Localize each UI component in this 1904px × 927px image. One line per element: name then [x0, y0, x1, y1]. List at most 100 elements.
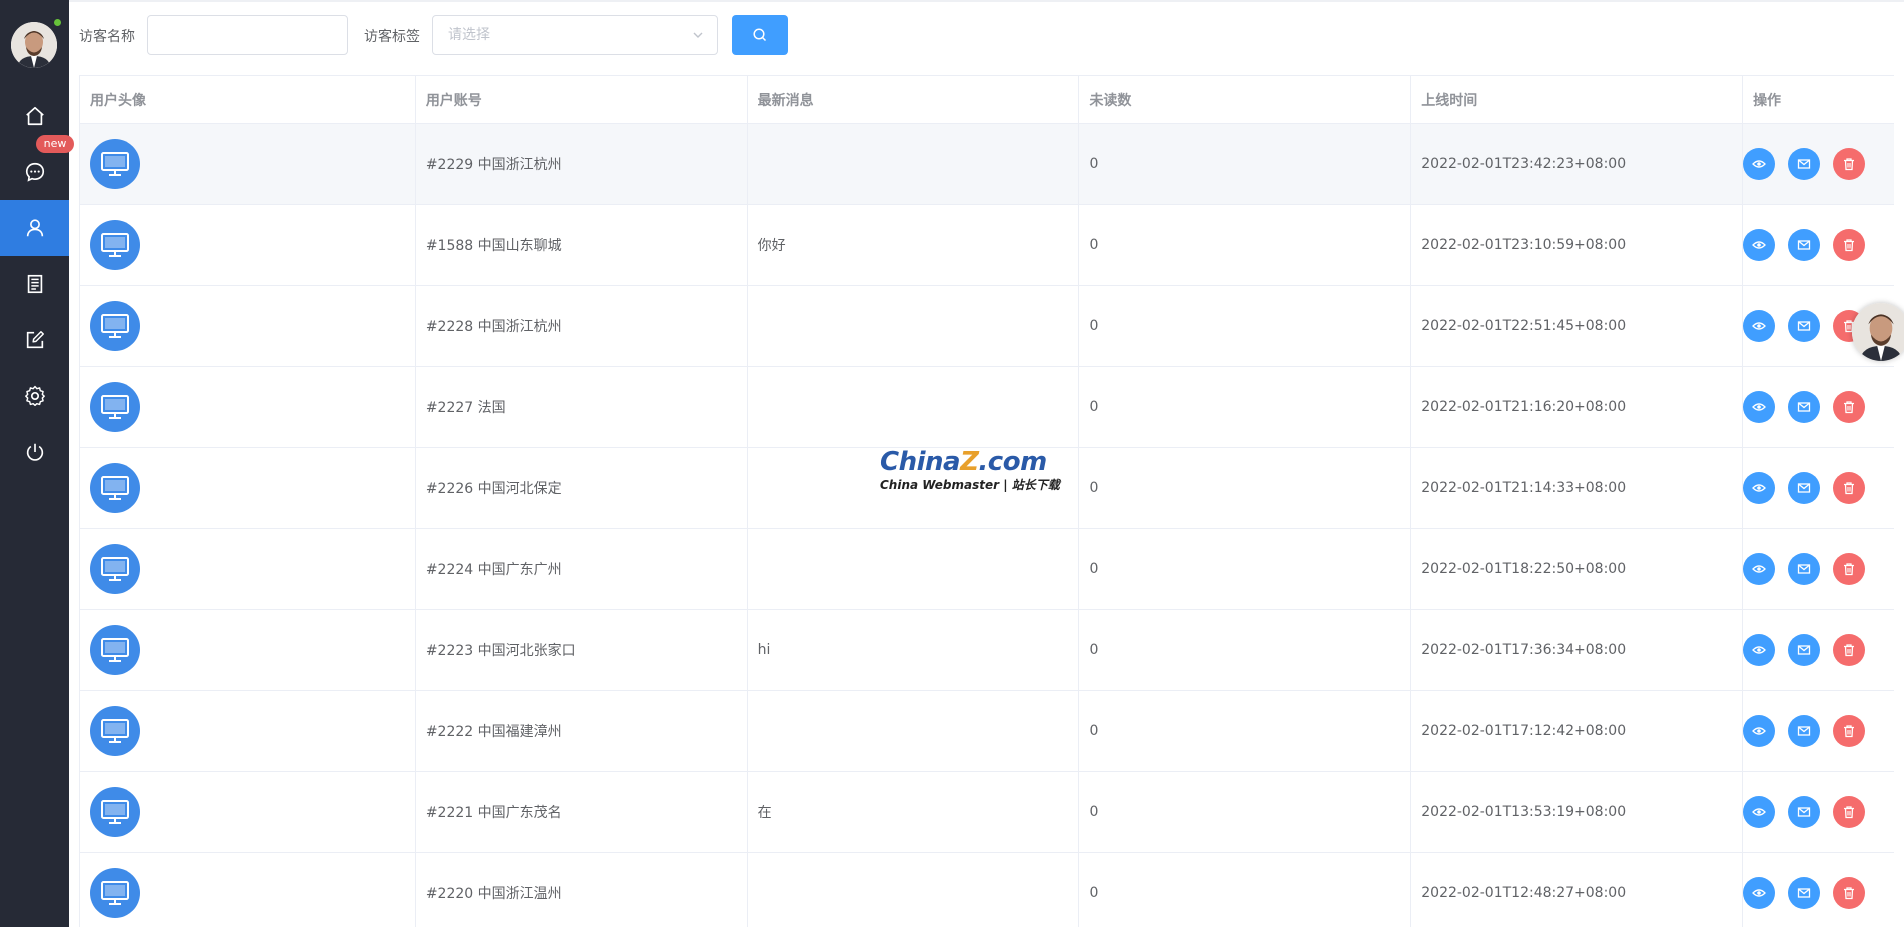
view-button[interactable] [1743, 553, 1776, 585]
mail-icon [1797, 645, 1811, 655]
view-button[interactable] [1743, 877, 1776, 909]
unread-count-cell: 0 [1079, 124, 1412, 204]
account-cell: #2223 中国河北张家口 [416, 610, 748, 690]
visitor-tag-select[interactable]: 请选择 [432, 15, 718, 55]
edit-icon [26, 331, 44, 349]
delete-button[interactable] [1833, 877, 1866, 909]
view-button[interactable] [1743, 634, 1776, 666]
table-row[interactable]: #2221 中国广东茂名 在 0 2022-02-01T13:53:19+08:… [80, 772, 1894, 853]
avatar-cell [80, 286, 416, 366]
delete-button[interactable] [1833, 391, 1866, 423]
unread-count-cell: 0 [1079, 853, 1412, 927]
chat-icon [25, 162, 44, 182]
online-time-cell: 2022-02-01T21:16:20+08:00 [1411, 367, 1744, 447]
online-time-cell: 2022-02-01T18:22:50+08:00 [1411, 529, 1744, 609]
view-button[interactable] [1743, 310, 1776, 342]
unread-count-cell: 0 [1079, 448, 1412, 528]
table-row[interactable]: #2222 中国福建漳州 0 2022-02-01T17:12:42+08:00 [80, 691, 1894, 772]
mail-icon [1797, 888, 1811, 898]
mail-icon [1797, 564, 1811, 574]
message-button[interactable] [1788, 877, 1821, 909]
actions-cell [1743, 853, 1894, 927]
delete-button[interactable] [1833, 634, 1866, 666]
user-avatar[interactable] [11, 22, 57, 68]
visitor-avatar [90, 382, 140, 432]
computer-icon [101, 395, 129, 419]
delete-button[interactable] [1833, 715, 1866, 747]
view-button[interactable] [1743, 148, 1776, 180]
table-row[interactable]: #2229 中国浙江杭州 0 2022-02-01T23:42:23+08:00 [80, 124, 1894, 205]
trash-icon [1844, 158, 1855, 171]
visitor-avatar [90, 220, 140, 270]
document-icon [27, 274, 42, 294]
table-row[interactable]: #2228 中国浙江杭州 0 2022-02-01T22:51:45+08:00 [80, 286, 1894, 367]
sidebar-item-settings[interactable] [0, 368, 69, 424]
message-button[interactable] [1788, 715, 1821, 747]
table-header: 用户头像 用户账号 最新消息 未读数 上线时间 操作 [80, 76, 1894, 124]
sidebar-item-logout[interactable] [0, 424, 69, 480]
delete-button[interactable] [1833, 148, 1866, 180]
view-button[interactable] [1743, 796, 1776, 828]
sidebar-item-edit[interactable] [0, 312, 69, 368]
computer-icon [101, 719, 129, 743]
sidebar-item-documents[interactable] [0, 256, 69, 312]
eye-icon [1752, 727, 1766, 735]
actions-cell [1743, 124, 1894, 204]
message-button[interactable] [1788, 634, 1821, 666]
view-button[interactable] [1743, 229, 1776, 261]
home-icon [25, 106, 44, 126]
view-button[interactable] [1743, 391, 1776, 423]
message-button[interactable] [1788, 310, 1821, 342]
online-time-cell: 2022-02-01T17:36:34+08:00 [1411, 610, 1744, 690]
sidebar-item-visitors[interactable] [0, 200, 69, 256]
mail-icon [1797, 159, 1811, 169]
table-row[interactable]: #2220 中国浙江温州 0 2022-02-01T12:48:27+08:00 [80, 853, 1894, 927]
power-icon [26, 443, 43, 461]
message-button[interactable] [1788, 229, 1821, 261]
computer-icon [101, 881, 129, 905]
table-row[interactable]: #2223 中国河北张家口 hi 0 2022-02-01T17:36:34+0… [80, 610, 1894, 691]
message-button[interactable] [1788, 553, 1821, 585]
actions-cell [1743, 367, 1894, 447]
header-avatar: 用户头像 [80, 76, 416, 123]
online-time-cell: 2022-02-01T23:10:59+08:00 [1411, 205, 1744, 285]
visitor-name-input[interactable] [147, 15, 348, 55]
delete-button[interactable] [1833, 472, 1866, 504]
table-row[interactable]: #1588 中国山东聊城 你好 0 2022-02-01T23:10:59+08… [80, 205, 1894, 286]
online-time-cell: 2022-02-01T12:48:27+08:00 [1411, 853, 1744, 927]
message-button[interactable] [1788, 796, 1821, 828]
chinaz-watermark: ChinaZ.com China Webmaster | 站长下载 [880, 447, 1060, 492]
view-button[interactable] [1743, 715, 1776, 747]
latest-message-cell [748, 286, 1080, 366]
mail-icon [1797, 726, 1811, 736]
computer-icon [101, 152, 129, 176]
eye-icon [1752, 241, 1766, 249]
message-button[interactable] [1788, 148, 1821, 180]
table-row[interactable]: #2224 中国广东广州 0 2022-02-01T18:22:50+08:00 [80, 529, 1894, 610]
visitor-avatar [90, 787, 140, 837]
delete-button[interactable] [1833, 796, 1866, 828]
chevron-down-icon [693, 32, 703, 38]
view-button[interactable] [1743, 472, 1776, 504]
visitor-avatar [90, 463, 140, 513]
search-button[interactable] [732, 15, 788, 55]
trash-icon [1844, 563, 1855, 576]
avatar-cell [80, 853, 416, 927]
table-row[interactable]: #2227 法国 0 2022-02-01T21:16:20+08:00 [80, 367, 1894, 448]
eye-icon [1752, 808, 1766, 816]
latest-message-cell [748, 853, 1080, 927]
header-actions: 操作 [1753, 92, 1782, 109]
online-time-cell: 2022-02-01T22:51:45+08:00 [1411, 286, 1744, 366]
message-button[interactable] [1788, 472, 1821, 504]
message-button[interactable] [1788, 391, 1821, 423]
delete-button[interactable] [1833, 553, 1866, 585]
floating-chat-avatar[interactable] [1852, 303, 1904, 361]
online-time-cell: 2022-02-01T17:12:42+08:00 [1411, 691, 1744, 771]
trash-icon [1844, 482, 1855, 495]
account-cell: #2224 中国广东广州 [416, 529, 748, 609]
visitor-tag-placeholder: 请选择 [448, 27, 490, 43]
eye-icon [1752, 403, 1766, 411]
visitor-table: 用户头像 用户账号 最新消息 未读数 上线时间 操作 #2229 中国浙江杭州 … [79, 75, 1894, 927]
delete-button[interactable] [1833, 229, 1866, 261]
account-cell: #2222 中国福建漳州 [416, 691, 748, 771]
